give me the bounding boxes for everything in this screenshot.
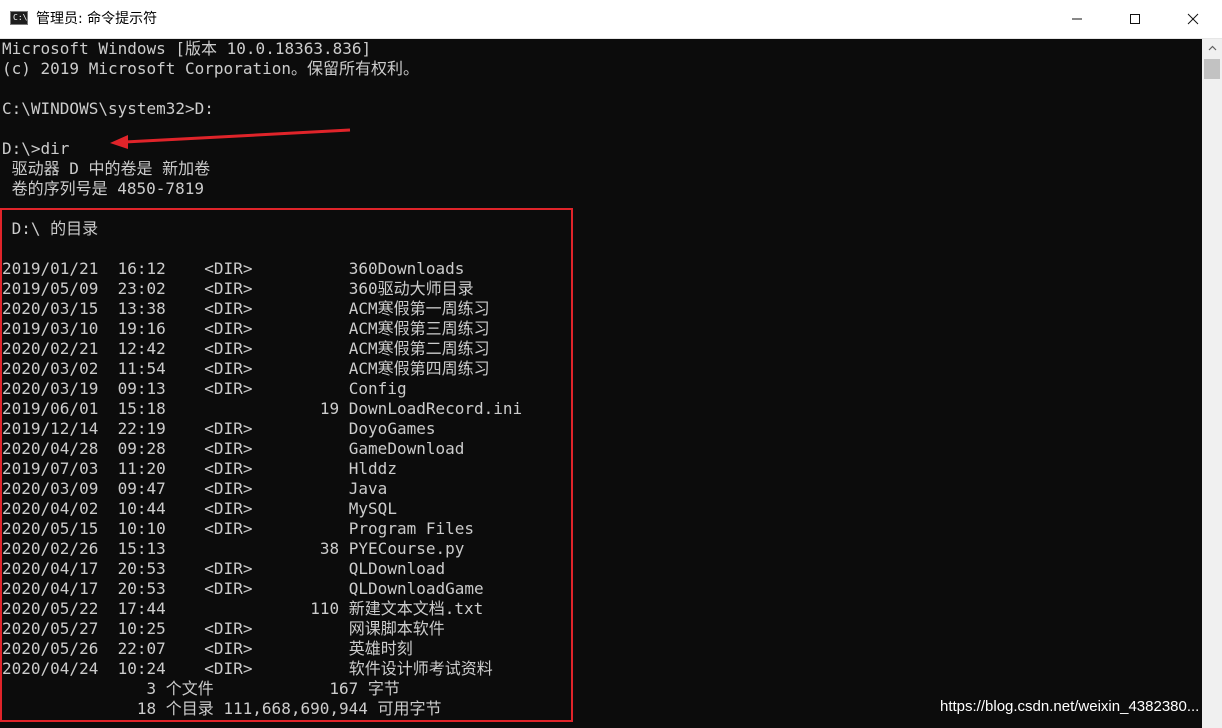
console-line: 2020/03/19 09:13 <DIR> Config <box>2 379 407 398</box>
console-line: 2020/04/02 10:44 <DIR> MySQL <box>2 499 397 518</box>
console-line: 2020/05/27 10:25 <DIR> 网课脚本软件 <box>2 619 445 638</box>
console-line: 2020/04/28 09:28 <DIR> GameDownload <box>2 439 465 458</box>
console-line: 2020/05/26 22:07 <DIR> 英雄时刻 <box>2 639 413 658</box>
vertical-scrollbar[interactable] <box>1202 39 1222 728</box>
close-button[interactable] <box>1164 0 1222 38</box>
watermark-text: https://blog.csdn.net/weixin_4382380... <box>940 698 1200 715</box>
chevron-up-icon <box>1208 45 1216 50</box>
console-line: 2020/03/02 11:54 <DIR> ACM寒假第四周练习 <box>2 359 490 378</box>
minimize-button[interactable] <box>1048 0 1106 38</box>
minimize-icon <box>1072 18 1082 20</box>
console-line: 2020/03/15 13:38 <DIR> ACM寒假第一周练习 <box>2 299 490 318</box>
console-line: 2019/05/09 23:02 <DIR> 360驱动大师目录 <box>2 279 474 298</box>
console-line: 2019/07/03 11:20 <DIR> Hlddz <box>2 459 397 478</box>
maximize-button[interactable] <box>1106 0 1164 38</box>
console-line: 2020/05/15 10:10 <DIR> Program Files <box>2 519 475 538</box>
scroll-thumb[interactable] <box>1204 59 1220 79</box>
console-line: 2020/04/17 20:53 <DIR> QLDownloadGame <box>2 579 484 598</box>
console-line: 18 个目录 111,668,690,944 可用字节 <box>2 699 442 718</box>
console-line: 2020/02/21 12:42 <DIR> ACM寒假第二周练习 <box>2 339 490 358</box>
console-line: 2019/06/01 15:18 19 DownLoadRecord.ini <box>2 399 523 418</box>
scroll-up-button[interactable] <box>1202 39 1222 56</box>
console-line: 2019/03/10 19:16 <DIR> ACM寒假第三周练习 <box>2 319 490 338</box>
console-line: 2020/05/22 17:44 110 新建文本文档.txt <box>2 599 484 618</box>
console-line: 2019/01/21 16:12 <DIR> 360Downloads <box>2 259 465 278</box>
console-line: 2020/04/24 10:24 <DIR> 软件设计师考试资料 <box>2 659 493 678</box>
maximize-icon <box>1130 14 1140 24</box>
red-arrow-annotation <box>110 128 351 149</box>
console-line: 2020/03/09 09:47 <DIR> Java <box>2 479 388 498</box>
console-line: 2020/04/17 20:53 <DIR> QLDownload <box>2 559 446 578</box>
console-line: 2020/02/26 15:13 38 PYECourse.py <box>2 539 465 558</box>
console-line: D:\ 的目录 <box>2 219 99 238</box>
console-line: 2019/12/14 22:19 <DIR> DoyoGames <box>2 419 436 438</box>
console-line: 3 个文件 167 字节 <box>2 679 400 698</box>
close-icon <box>1187 13 1199 25</box>
